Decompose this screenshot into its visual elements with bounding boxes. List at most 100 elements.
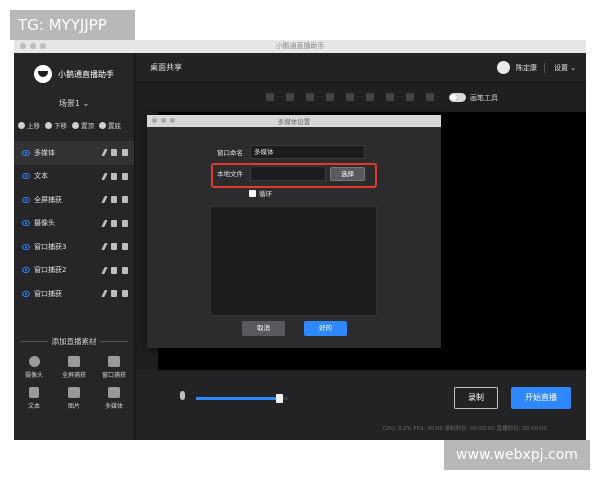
edit-icon[interactable]: [101, 196, 108, 203]
source-label: 多媒体: [34, 148, 55, 157]
brush-icon[interactable]: [306, 93, 314, 101]
eye-icon[interactable]: [22, 196, 30, 203]
app-logo-icon: [34, 65, 52, 83]
settings-menu[interactable]: 设置 ⌄: [554, 63, 576, 73]
add-fullscreen-button[interactable]: 全屏捕获: [54, 356, 94, 379]
add-window-button[interactable]: 窗口捕获: [94, 356, 134, 379]
start-live-button[interactable]: 开始直播: [511, 387, 571, 409]
edit-icon[interactable]: [101, 219, 108, 227]
screenshot: 小鹅通直播助手 小鹅通直播助手 场景1 ⌄ 上移 下移 置顶 置底 多媒体 文本…: [0, 0, 600, 480]
edit-icon[interactable]: [101, 290, 108, 297]
window-title: 小鹅通直播助手: [275, 42, 325, 50]
trash-icon[interactable]: [111, 149, 117, 156]
record-button[interactable]: 录制: [454, 387, 498, 409]
pointer-icon[interactable]: [266, 93, 274, 101]
text-tool-icon[interactable]: [386, 93, 394, 101]
window-name-label: 窗口命名: [217, 149, 243, 157]
source-item-text[interactable]: 文本: [14, 165, 134, 189]
scene-selector[interactable]: 场景1 ⌄: [14, 98, 134, 109]
lock-icon[interactable]: [122, 219, 128, 227]
window-icon: [108, 356, 120, 367]
add-camera-button[interactable]: 摄像头: [14, 356, 54, 379]
source-list: 多媒体 文本 全屏捕获 摄像头 窗口捕获3 窗口捕获2 窗口捕获: [14, 141, 134, 306]
status-bar: CPU: 3.2% FPS: 30.00 录制时长: 00:00:00 直播时长…: [383, 426, 547, 432]
trash-icon[interactable]: [111, 243, 117, 250]
loop-checkbox[interactable]: 循环: [249, 188, 272, 198]
lock-icon[interactable]: [122, 196, 128, 203]
avatar[interactable]: [497, 61, 510, 74]
source-item-camera[interactable]: 摄像头: [14, 212, 134, 236]
circle-icon[interactable]: [346, 93, 354, 101]
eye-icon[interactable]: [22, 173, 30, 180]
eye-icon[interactable]: [22, 243, 30, 250]
edit-icon[interactable]: [101, 149, 108, 156]
lock-icon[interactable]: [122, 149, 128, 156]
add-material-grid: 摄像头 全屏捕获 窗口捕获 文本 图片 多媒体: [14, 356, 134, 410]
source-item-fullscreen[interactable]: 全屏捕获: [14, 188, 134, 212]
trash-icon[interactable]: [111, 219, 117, 227]
loop-label: 循环: [259, 190, 272, 198]
sidebar: 小鹅通直播助手 场景1 ⌄ 上移 下移 置顶 置底 多媒体 文本 全屏捕获 摄像…: [14, 53, 135, 440]
ok-button[interactable]: 好的: [304, 321, 347, 336]
add-material-title: 添加直播素材: [14, 336, 134, 347]
brush-toggle[interactable]: [449, 93, 466, 102]
source-label: 窗口捕获: [34, 289, 62, 298]
move-up-button[interactable]: 上移: [18, 120, 40, 130]
eye-icon[interactable]: [22, 220, 30, 227]
source-item-window2[interactable]: 窗口捕获2: [14, 259, 134, 283]
text-icon: [29, 387, 39, 398]
source-label: 窗口捕获2: [34, 266, 67, 275]
source-label: 全屏捕获: [34, 195, 62, 204]
watermark-bottom: www.webxpj.com: [444, 440, 590, 470]
checkbox-icon[interactable]: [249, 189, 256, 197]
add-media-button[interactable]: 多媒体: [94, 387, 134, 410]
arrow-up-icon: [18, 121, 25, 129]
trash-icon[interactable]: [111, 172, 117, 180]
arrow-icon[interactable]: [366, 93, 374, 101]
pen-icon[interactable]: [286, 93, 294, 101]
trash-icon[interactable]: [111, 196, 117, 203]
trash-icon[interactable]: [111, 290, 117, 297]
media-settings-dialog: 多媒体设置 窗口命名 多媒体 本地文件 选择 循环 取消 好的: [147, 115, 441, 348]
divider: [544, 63, 545, 73]
source-item-media[interactable]: 多媒体: [14, 141, 134, 165]
edit-icon[interactable]: [101, 266, 108, 274]
lock-icon[interactable]: [122, 243, 128, 250]
eye-icon[interactable]: [22, 290, 30, 297]
monitor-icon: [68, 356, 80, 367]
user-name[interactable]: 陈定康: [516, 63, 537, 73]
add-text-button[interactable]: 文本: [14, 387, 54, 410]
lock-icon[interactable]: [122, 290, 128, 297]
layer-ops: 上移 下移 置顶 置底: [18, 120, 121, 130]
undo-icon[interactable]: [406, 93, 414, 101]
cancel-button[interactable]: 取消: [242, 321, 285, 336]
lock-icon[interactable]: [122, 266, 128, 274]
drawing-toolbar: 画笔工具: [136, 84, 586, 110]
source-item-window[interactable]: 窗口捕获: [14, 282, 134, 306]
volume-knob[interactable]: [275, 394, 283, 403]
move-bottom-button[interactable]: 置底: [99, 120, 121, 130]
source-label: 摄像头: [34, 219, 55, 228]
source-item-window3[interactable]: 窗口捕获3: [14, 235, 134, 259]
move-down-button[interactable]: 下移: [45, 120, 67, 130]
watermark-top: TG: MYYJJPP: [10, 10, 135, 40]
edit-icon[interactable]: [101, 172, 108, 180]
trash-icon[interactable]: [111, 266, 117, 274]
add-image-button[interactable]: 图片: [54, 387, 94, 410]
lock-icon[interactable]: [122, 172, 128, 180]
rect-icon[interactable]: [326, 93, 334, 101]
bottom-bar: 录制 开始直播 CPU: 3.2% FPS: 30.00 录制时长: 00:00…: [136, 370, 586, 440]
edit-icon[interactable]: [101, 243, 108, 250]
camera-icon: [28, 356, 40, 367]
media-icon: [108, 387, 120, 398]
volume-slider[interactable]: [196, 394, 288, 403]
image-icon: [68, 387, 80, 398]
eye-icon[interactable]: [22, 267, 30, 274]
microphone-icon[interactable]: [180, 391, 185, 400]
brand-name: 小鹅通直播助手: [58, 69, 114, 79]
arrow-down-icon: [45, 121, 52, 129]
window-name-input[interactable]: 多媒体: [250, 145, 365, 159]
clear-icon[interactable]: [426, 93, 434, 101]
move-top-button[interactable]: 置顶: [72, 120, 94, 130]
eye-icon[interactable]: [22, 149, 30, 156]
